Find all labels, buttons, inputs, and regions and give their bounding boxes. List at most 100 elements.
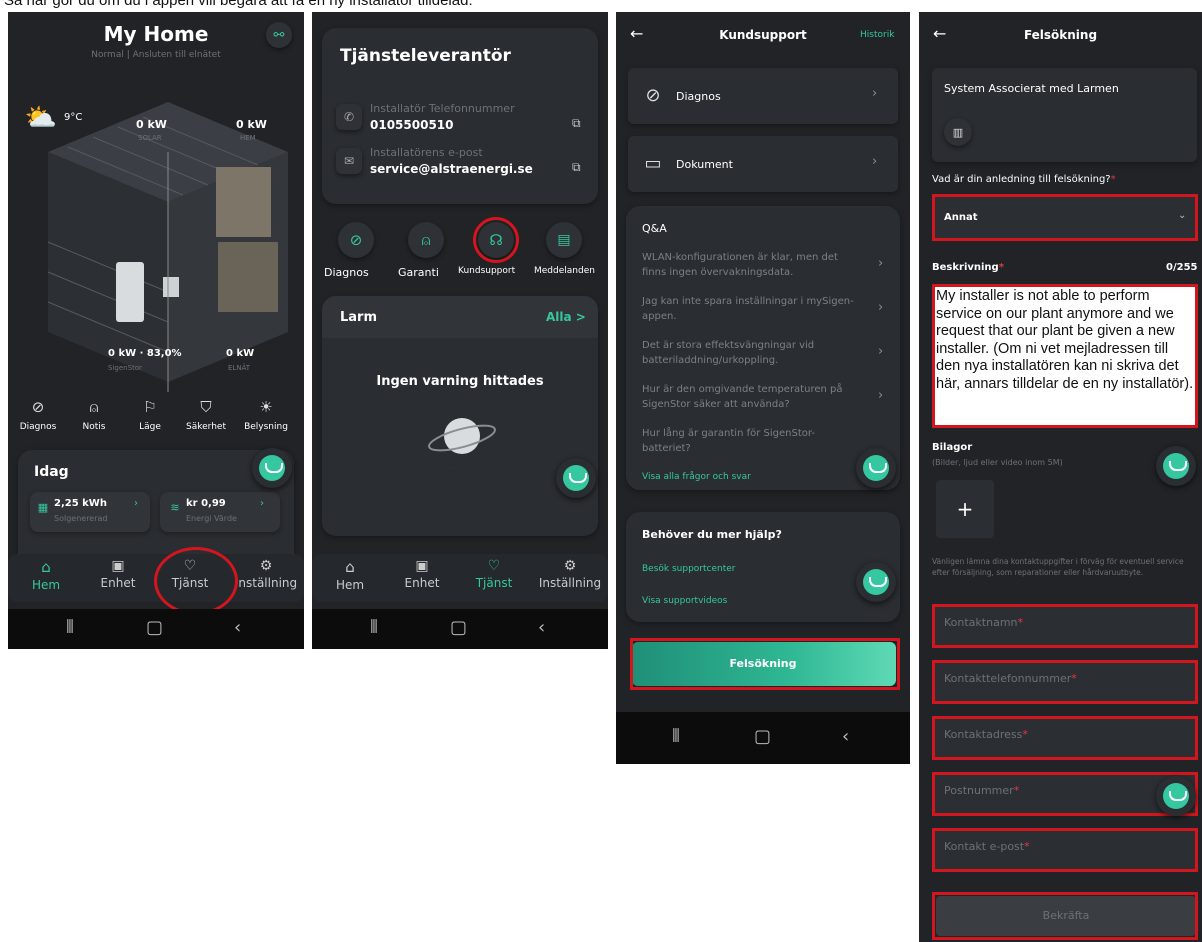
- required-marker: *: [1013, 784, 1020, 797]
- chevron-right-icon: ›: [878, 344, 884, 359]
- assistant-robot-button[interactable]: [1156, 776, 1196, 816]
- nav-tab-settings[interactable]: ⚙ Inställning: [230, 558, 302, 590]
- home-icon: ⌂: [345, 558, 355, 576]
- contact-name-field[interactable]: Kontaktnamn*: [932, 604, 1197, 646]
- home-circle-icon[interactable]: ▢: [450, 617, 467, 638]
- qa-question[interactable]: Hur är den omgivande temperaturen på Sig…: [642, 382, 862, 412]
- phone-my-home: My Home Normal | Ansluten till elnätet ⚯…: [8, 12, 304, 649]
- phone-number: 0105500510: [370, 118, 454, 132]
- alarm-all-link[interactable]: Alla >: [546, 310, 586, 324]
- copy-icon[interactable]: ⧉: [572, 116, 581, 131]
- action-warranty-button[interactable]: ⍝: [408, 222, 444, 258]
- chevron-right-icon: ›: [134, 498, 138, 509]
- mail-icon: ✉: [336, 148, 362, 174]
- action-diagnos-button[interactable]: ⊘: [338, 222, 374, 258]
- nav-tab-device[interactable]: ▣ Enhet: [386, 558, 458, 590]
- contact-phone-field[interactable]: Kontakttelefonnummer*: [932, 660, 1197, 702]
- home-power: 0 kW: [236, 118, 267, 131]
- quick-action-label: Läge: [139, 422, 161, 432]
- assistant-robot-button[interactable]: [856, 448, 896, 488]
- highlight-circle: [473, 217, 519, 263]
- recents-icon[interactable]: ⦀: [370, 617, 378, 638]
- qa-question[interactable]: Jag kan inte spara inställningar i mySig…: [642, 294, 862, 324]
- grid-power: 0 kW: [226, 348, 255, 359]
- qa-question[interactable]: WLAN-konfigurationen är klar, men det fi…: [642, 250, 862, 280]
- home-circle-icon[interactable]: ▢: [754, 726, 771, 747]
- home-icon: ⌂: [41, 558, 51, 576]
- support-videos-link[interactable]: Visa supportvideos: [642, 596, 727, 606]
- contact-note: Vänligen lämna dina kontaktuppgifter i f…: [932, 557, 1184, 577]
- more-help-title: Behöver du mer hjälp?: [642, 528, 782, 541]
- quick-action-lighting[interactable]: ☀ Belysning: [234, 398, 298, 432]
- solar-generated-label: Solgenererad: [54, 514, 108, 523]
- confirm-button-label: Bekräfta: [1042, 909, 1090, 922]
- nav-label: Tjänst: [475, 576, 513, 590]
- copy-icon[interactable]: ⧉: [572, 160, 581, 175]
- contact-address-field[interactable]: Kontaktadress*: [932, 716, 1197, 758]
- reason-label: Vad är din anledning till felsökning?*: [932, 174, 1116, 185]
- energy-value-label: Energi Värde: [186, 514, 237, 523]
- back-icon[interactable]: ‹: [234, 617, 241, 638]
- contact-email-placeholder: Kontakt e-post: [944, 840, 1025, 853]
- recents-icon[interactable]: ⦀: [672, 726, 680, 747]
- contact-phone-placeholder: Kontakttelefonnummer: [944, 672, 1072, 685]
- device-icon: ▣: [415, 558, 429, 574]
- connection-status: Normal | Ansluten till elnätet: [91, 50, 221, 60]
- device-thumbnail-icon[interactable]: ▥: [944, 118, 972, 146]
- recents-icon[interactable]: ⦀: [66, 617, 74, 638]
- diagnos-row[interactable]: [628, 68, 898, 124]
- quick-action-notis[interactable]: ⍝ Notis: [66, 398, 122, 432]
- planet-illustration: [428, 418, 496, 472]
- qa-question[interactable]: Det är stora effektsvängningar vid batte…: [642, 338, 862, 368]
- page-title: Felsökning: [1023, 28, 1098, 42]
- no-alarm-message: Ingen varning hittades: [376, 374, 544, 389]
- show-all-qa-link[interactable]: Visa alla frågor och svar: [642, 472, 751, 482]
- plus-icon: +: [956, 497, 974, 521]
- notification-icon: ⍝: [89, 398, 99, 416]
- document-row[interactable]: [628, 136, 898, 192]
- nav-tab-home[interactable]: ⌂ Hem: [10, 558, 82, 592]
- nav-tab-settings[interactable]: ⚙ Inställning: [534, 558, 606, 590]
- quick-action-diagnos[interactable]: ⊘ Diagnos: [10, 398, 66, 432]
- description-text: My installer is not able to perform serv…: [936, 288, 1194, 392]
- robot-icon: [863, 569, 889, 595]
- solar-panel-icon: ▦: [37, 500, 49, 514]
- weather-temperature: 9°C: [64, 112, 83, 123]
- required-marker: *: [1022, 728, 1028, 741]
- quick-action-safety[interactable]: ⛉ Säkerhet: [178, 398, 234, 432]
- back-icon[interactable]: ‹: [842, 726, 849, 747]
- document-label: Dokument: [676, 158, 733, 171]
- solar-generated-value: 2,25 kWh: [54, 498, 107, 509]
- page-title: Tjänsteleverantör: [340, 46, 511, 66]
- assistant-robot-button[interactable]: [856, 562, 896, 602]
- quick-action-mode[interactable]: ⚐ Läge: [122, 398, 178, 432]
- history-link[interactable]: Historik: [860, 30, 894, 40]
- share-icon[interactable]: ⚯: [266, 22, 292, 48]
- attachments-hint: (Bilder, ljud eller video inom 5M): [932, 458, 1063, 467]
- robot-icon: [1163, 453, 1189, 479]
- nav-label: Enhet: [404, 576, 440, 590]
- nav-tab-service[interactable]: ♡ Tjänst: [458, 558, 530, 590]
- home-circle-icon[interactable]: ▢: [146, 617, 163, 638]
- service-heart-icon: ♡: [487, 558, 501, 574]
- support-center-link[interactable]: Besök supportcenter: [642, 564, 736, 574]
- assistant-robot-button[interactable]: [1156, 446, 1196, 486]
- quick-action-label: Belysning: [244, 422, 288, 432]
- robot-icon: [863, 455, 889, 481]
- lightbulb-icon: ☀: [259, 398, 273, 416]
- contact-email-field[interactable]: Kontakt e-post*: [932, 828, 1197, 870]
- flag-icon: ⚐: [143, 398, 157, 416]
- solar-label: SOLAR: [138, 134, 162, 142]
- qa-question[interactable]: Hur lång är garantin för SigenStor-batte…: [642, 426, 842, 456]
- gear-icon: ⚙: [259, 558, 273, 574]
- assistant-robot-button[interactable]: [556, 458, 596, 498]
- nav-tab-home[interactable]: ⌂ Hem: [314, 558, 386, 592]
- back-icon[interactable]: ‹: [538, 617, 545, 638]
- phone-customer-support: ← Kundsupport Historik ⊘ Diagnos › ▭ Dok…: [616, 12, 910, 764]
- required-marker: *: [1017, 616, 1024, 629]
- action-messages-button[interactable]: ▤: [546, 222, 582, 258]
- quick-action-label: Notis: [82, 422, 106, 432]
- add-attachment-button[interactable]: +: [936, 480, 994, 538]
- nav-tab-device[interactable]: ▣ Enhet: [82, 558, 154, 590]
- assistant-robot-button[interactable]: [252, 448, 292, 488]
